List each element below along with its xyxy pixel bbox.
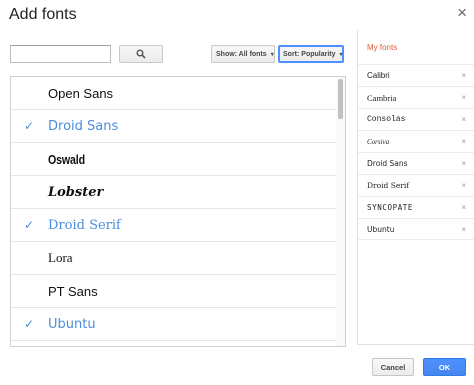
- search-icon: [136, 49, 146, 59]
- chevron-down-icon: ▾: [270, 51, 274, 58]
- my-font-item-cambria: Cambria ×: [358, 86, 474, 108]
- sort-label: Sort: Popularity: [283, 50, 336, 58]
- checkmark-icon: ✓: [24, 218, 35, 232]
- remove-icon[interactable]: ×: [461, 71, 466, 80]
- my-font-name: SYNCOPATE: [367, 203, 414, 212]
- remove-icon[interactable]: ×: [461, 225, 466, 234]
- my-font-name: Calibri: [367, 71, 390, 80]
- font-name: Droid Sans: [48, 118, 119, 134]
- checkmark-icon: ✓: [24, 119, 35, 133]
- font-row-open-sans[interactable]: Open Sans: [11, 77, 337, 110]
- font-row-lobster[interactable]: Lobster: [11, 176, 337, 209]
- font-list: Open Sans ✓ Droid Sans Oswald Lobster ✓ …: [10, 76, 346, 347]
- scrollbar-thumb[interactable]: [338, 79, 343, 119]
- font-row-droid-sans[interactable]: ✓ Droid Sans: [11, 110, 337, 143]
- remove-icon[interactable]: ×: [461, 137, 466, 146]
- show-filter-dropdown[interactable]: Show: All fonts ▾: [211, 45, 275, 63]
- my-font-item-droid-serif: Droid Serif ×: [358, 174, 474, 196]
- my-font-name: Droid Sans: [367, 159, 408, 168]
- my-font-item-droid-sans: Droid Sans ×: [358, 152, 474, 174]
- my-fonts-panel: My fonts Calibri × Cambria × Consolas × …: [357, 30, 474, 345]
- font-row-oswald[interactable]: Oswald: [11, 143, 337, 176]
- my-font-item-corsiva: Corsiva ×: [358, 130, 474, 152]
- font-name: Droid Serif: [48, 217, 121, 233]
- font-name: Open Sans: [48, 85, 114, 101]
- my-font-name: Consolas: [367, 115, 406, 124]
- font-name: Lobster: [48, 184, 104, 200]
- font-row-lora[interactable]: Lora: [11, 242, 337, 275]
- font-name: Oswald: [48, 151, 85, 167]
- font-row-ubuntu[interactable]: ✓ Ubuntu: [11, 308, 337, 341]
- remove-icon[interactable]: ×: [461, 159, 466, 168]
- remove-icon[interactable]: ×: [461, 115, 466, 124]
- show-filter-label: Show: All fonts: [216, 50, 267, 58]
- remove-icon[interactable]: ×: [461, 93, 466, 102]
- dialog-title: Add fonts: [9, 6, 77, 23]
- my-font-name: Cambria: [367, 92, 397, 103]
- font-row-pt-sans[interactable]: PT Sans: [11, 275, 337, 308]
- my-font-item-consolas: Consolas ×: [358, 108, 474, 130]
- my-font-name: Corsiva: [367, 137, 390, 146]
- my-font-item-calibri: Calibri ×: [358, 64, 474, 86]
- ok-button[interactable]: OK: [423, 358, 466, 376]
- my-font-item-syncopate: SYNCOPATE ×: [358, 196, 474, 218]
- font-name: Lora: [48, 250, 73, 265]
- font-name: PT Sans: [48, 283, 98, 299]
- my-font-name: Droid Serif: [367, 181, 410, 190]
- search-button[interactable]: [119, 45, 163, 63]
- cancel-button[interactable]: Cancel: [372, 358, 414, 376]
- close-icon[interactable]: ×: [457, 4, 467, 21]
- chevron-down-icon: ▾: [339, 51, 343, 58]
- my-font-item-ubuntu: Ubuntu ×: [358, 218, 474, 240]
- font-name: Ubuntu: [48, 316, 96, 332]
- search-input[interactable]: [10, 45, 111, 63]
- remove-icon[interactable]: ×: [461, 181, 466, 190]
- remove-icon[interactable]: ×: [461, 203, 466, 212]
- my-font-name: Ubuntu: [367, 224, 395, 234]
- sort-dropdown[interactable]: Sort: Popularity ▾: [278, 45, 344, 63]
- font-row-droid-serif[interactable]: ✓ Droid Serif: [11, 209, 337, 242]
- scrollbar-track[interactable]: [336, 77, 345, 346]
- add-fonts-dialog: Add fonts × Show: All fonts ▾ Sort: Popu…: [0, 0, 474, 385]
- checkmark-icon: ✓: [24, 317, 35, 331]
- my-fonts-title: My fonts: [367, 43, 398, 52]
